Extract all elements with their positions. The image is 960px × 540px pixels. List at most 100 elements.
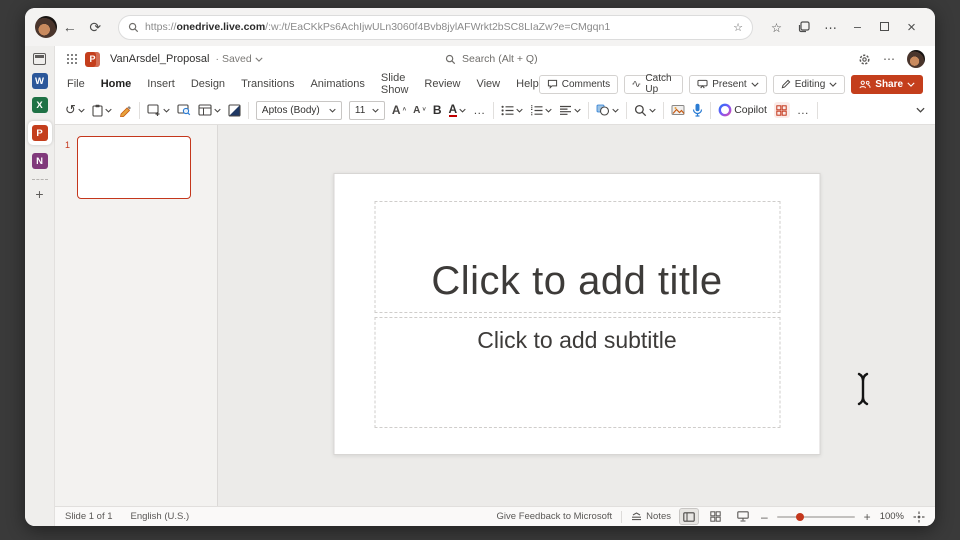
app-header: P VanArsdel_Proposal · Saved Search (Alt… [55, 46, 935, 72]
sidebar-window-icon[interactable] [33, 53, 46, 65]
powerpoint-icon[interactable]: P [31, 125, 48, 141]
zoom-in-button[interactable]: + [864, 510, 871, 524]
sidebar-add-icon[interactable]: + [35, 187, 43, 201]
powerpoint-logo[interactable]: P [85, 51, 100, 67]
collapse-ribbon-button[interactable] [916, 107, 925, 113]
editing-canvas: Click to add title Click to add subtitle [218, 125, 935, 506]
new-slide-button[interactable] [147, 104, 170, 116]
copilot-button[interactable]: Copilot [718, 103, 767, 117]
dictate-button[interactable] [692, 103, 703, 117]
present-button[interactable]: Present [689, 74, 767, 94]
collections-icon[interactable] [790, 21, 817, 33]
favorites-icon[interactable]: ☆ [763, 20, 790, 35]
brush-icon [120, 105, 131, 117]
menu-design[interactable]: Design [191, 78, 225, 90]
header-more-icon[interactable]: ⋯ [883, 52, 895, 66]
comments-button[interactable]: Comments [538, 74, 619, 94]
slideshow-view-button[interactable] [734, 509, 752, 524]
ribbon-more-button[interactable]: … [797, 103, 810, 117]
feedback-link[interactable]: Give Feedback to Microsoft [497, 511, 613, 522]
maximize-button[interactable] [871, 20, 898, 34]
zoom-level[interactable]: 100% [880, 511, 904, 522]
minimize-button[interactable]: – [844, 20, 871, 34]
bullets-button[interactable] [501, 105, 523, 116]
browser-profile-avatar[interactable] [35, 16, 57, 38]
save-status[interactable]: · Saved [215, 53, 263, 65]
bold-button[interactable]: B [433, 103, 442, 117]
format-painter-button[interactable] [119, 104, 132, 117]
clipboard-icon [92, 104, 103, 117]
browser-refresh-button[interactable]: ⟳ [82, 19, 107, 36]
undo-button[interactable]: ↺ [65, 102, 85, 118]
shrink-font-button[interactable]: A ˅ [413, 105, 426, 116]
reuse-slides-button[interactable] [177, 104, 191, 116]
notes-toggle[interactable]: Notes [631, 511, 671, 522]
menu-view[interactable]: View [476, 78, 500, 90]
zoom-slider[interactable] [776, 512, 855, 521]
menu-file[interactable]: File [67, 78, 85, 90]
powerpoint-app: P VanArsdel_Proposal · Saved Search (Alt… [55, 46, 935, 526]
word-icon[interactable]: W [31, 73, 48, 89]
slide-thumbnail[interactable] [77, 136, 191, 199]
settings-gear-icon[interactable] [858, 53, 871, 66]
app-launcher-icon[interactable] [67, 54, 77, 64]
url-text: https://onedrive.live.com/:w:/t/EaCKkPs6… [144, 21, 611, 33]
paste-button[interactable] [92, 104, 112, 117]
slide-number: 1 [65, 140, 71, 150]
account-avatar[interactable] [907, 50, 925, 68]
font-size-select[interactable]: 11 [348, 100, 385, 120]
designer-pane-button[interactable] [773, 102, 790, 118]
menu-transitions[interactable]: Transitions [241, 78, 294, 90]
text-cursor [855, 372, 871, 411]
subtitle-placeholder[interactable]: Click to add subtitle [374, 317, 780, 428]
browser-back-button[interactable]: ← [57, 19, 82, 35]
font-color-button[interactable]: A [448, 103, 467, 117]
language-setting[interactable]: English (U.S.) [131, 511, 190, 522]
menu-help[interactable]: Help [516, 78, 539, 90]
browser-menu-icon[interactable]: ⋯ [817, 20, 844, 35]
slide-canvas[interactable]: Click to add title Click to add subtitle [333, 173, 820, 455]
zoom-out-button[interactable]: – [761, 510, 768, 524]
editing-mode-button[interactable]: Editing [772, 74, 846, 94]
menu-home[interactable]: Home [101, 78, 132, 90]
close-button[interactable]: × [898, 19, 925, 36]
pencil-icon [781, 79, 791, 89]
document-title[interactable]: VanArsdel_Proposal [110, 53, 209, 65]
insert-picture-button[interactable] [671, 104, 685, 116]
menu-insert[interactable]: Insert [147, 78, 175, 90]
title-placeholder[interactable]: Click to add title [374, 201, 780, 313]
font-name-select[interactable]: Aptos (Body) [255, 100, 342, 120]
excel-icon[interactable]: X [31, 97, 48, 113]
browser-window: ← ⟳ https://onedrive.live.com/:w:/t/EaCK… [25, 8, 935, 526]
designer-button[interactable] [228, 103, 241, 117]
menu-animations[interactable]: Animations [310, 78, 364, 90]
layout-button[interactable] [198, 104, 221, 116]
chevron-down-icon [516, 108, 523, 113]
fit-to-window-icon[interactable] [913, 511, 925, 523]
present-screen-icon [697, 79, 708, 89]
share-button[interactable]: Share [851, 74, 924, 94]
onenote-icon[interactable]: N [31, 153, 48, 169]
address-bar[interactable]: https://onedrive.live.com/:w:/t/EaCKkPs6… [117, 14, 754, 40]
chevron-down-icon [649, 108, 656, 113]
picture-icon [671, 105, 685, 115]
powerpoint-active-highlight: P [27, 121, 52, 145]
sidebar-divider [31, 179, 48, 180]
chevron-down-icon [574, 108, 581, 113]
align-button[interactable] [559, 105, 581, 116]
slide-sorter-view-button[interactable] [707, 509, 725, 524]
catch-up-button[interactable]: Catch Up [624, 73, 684, 95]
more-font-options-button[interactable]: … [473, 103, 486, 117]
menu-review[interactable]: Review [424, 78, 460, 90]
normal-view-button[interactable] [678, 508, 699, 525]
favorite-star-icon[interactable]: ☆ [733, 21, 743, 34]
zoom-slider-handle[interactable] [796, 512, 805, 521]
grow-font-button[interactable]: A ˄ [392, 103, 406, 117]
shapes-button[interactable] [596, 104, 619, 116]
numbering-button[interactable] [530, 104, 552, 116]
find-button[interactable] [634, 104, 656, 117]
search-box[interactable]: Search (Alt + Q) [445, 53, 538, 65]
ribbon-toolbar: ↺ Aptos (Body) 11 A ˄ A ˅ B A … Copilot … [55, 96, 935, 125]
grid-view-icon [710, 511, 722, 522]
menu-slideshow[interactable]: Slide Show [381, 72, 409, 96]
